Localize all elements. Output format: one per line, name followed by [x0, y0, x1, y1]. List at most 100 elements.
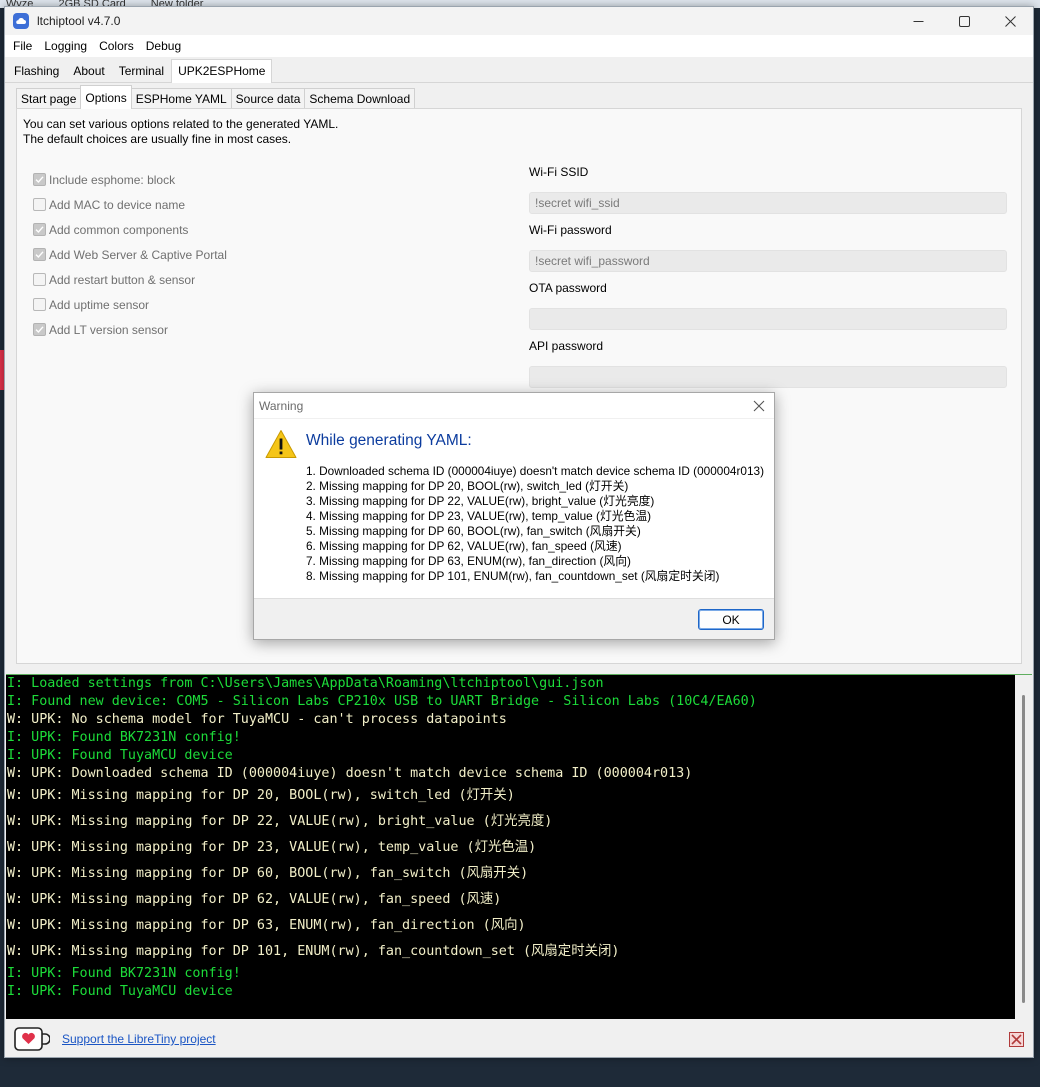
log-console[interactable]: I: Loaded settings from C:\Users\James\A…	[6, 674, 1032, 1019]
kofi-cup-icon[interactable]	[14, 1027, 50, 1051]
checkbox-add-mac[interactable]: Add MAC to device name	[33, 192, 227, 217]
checkbox-unchecked-icon	[33, 298, 46, 311]
checkbox-label: Include esphome: block	[49, 172, 176, 187]
menu-bar: File Logging Colors Debug	[5, 35, 1033, 57]
intro-line: You can set various options related to t…	[23, 117, 339, 131]
wifi-ssid-input[interactable]: !secret wifi_ssid	[529, 192, 1007, 214]
dialog-message-item: 1. Downloaded schema ID (000004iuye) doe…	[306, 464, 764, 478]
close-window-button[interactable]	[987, 7, 1033, 35]
tab-esphome-yaml[interactable]: ESPHome YAML	[130, 88, 232, 109]
api-password-label: API password	[529, 339, 604, 353]
menu-colors[interactable]: Colors	[93, 39, 140, 53]
tab-source-data[interactable]: Source data	[230, 88, 306, 109]
log-line-warning: W: UPK: Missing mapping for DP 63, ENUM(…	[7, 918, 526, 933]
log-scrollbar-thumb[interactable]	[1022, 695, 1025, 1003]
credentials-fields: Wi-Fi SSID !secret wifi_ssid Wi-Fi passw…	[529, 165, 1007, 397]
menu-file[interactable]: File	[7, 39, 38, 53]
cloud-app-icon	[13, 13, 29, 29]
log-line-warning: W: UPK: Downloaded schema ID (000004iuye…	[7, 766, 693, 781]
dialog-message-list: 1. Downloaded schema ID (000004iuye) doe…	[306, 464, 764, 584]
checkbox-checked-icon	[33, 223, 46, 236]
checkbox-unchecked-icon	[33, 198, 46, 211]
dialog-message-item: 4. Missing mapping for DP 23, VALUE(rw),…	[306, 509, 652, 523]
log-line-warning: W: UPK: Missing mapping for DP 22, VALUE…	[7, 814, 553, 829]
checkbox-add-uptime-sensor[interactable]: Add uptime sensor	[33, 292, 227, 317]
dialog-title: Warning	[259, 398, 304, 413]
dialog-close-icon[interactable]	[752, 399, 766, 413]
minimize-button[interactable]	[895, 7, 941, 35]
ota-password-label: OTA password	[529, 281, 607, 295]
log-line-warning: W: UPK: No schema model for TuyaMCU - ca…	[7, 712, 507, 727]
support-librettiny-link[interactable]: Support the LibreTiny project	[62, 1032, 216, 1046]
checkbox-add-common-components[interactable]: Add common components	[33, 217, 227, 242]
log-line-warning: W: UPK: Missing mapping for DP 101, ENUM…	[7, 944, 620, 959]
warning-dialog: Warning While generating YAML: 1. Downlo…	[253, 392, 775, 640]
options-intro: You can set various options related to t…	[23, 117, 338, 147]
dialog-footer: OK	[254, 598, 774, 639]
api-password-input[interactable]	[529, 366, 1007, 388]
log-line-info: I: UPK: Found BK7231N config!	[7, 966, 241, 981]
sub-tab-bar: Start page Options ESPHome YAML Source d…	[16, 85, 416, 109]
dialog-heading: While generating YAML:	[306, 432, 472, 449]
main-tab-bar: Flashing About Terminal UPK2ESPHome	[5, 57, 1033, 83]
wifi-ssid-label: Wi-Fi SSID	[529, 165, 589, 179]
checkbox-unchecked-icon	[33, 273, 46, 286]
ok-button[interactable]: OK	[698, 609, 764, 630]
log-line-warning: W: UPK: Missing mapping for DP 23, VALUE…	[7, 840, 537, 855]
checkbox-add-restart-button[interactable]: Add restart button & sensor	[33, 267, 227, 292]
dialog-message-item: 6. Missing mapping for DP 62, VALUE(rw),…	[306, 539, 622, 553]
tab-flashing[interactable]: Flashing	[7, 59, 66, 82]
wifi-password-input[interactable]: !secret wifi_password	[529, 250, 1007, 272]
menu-debug[interactable]: Debug	[140, 39, 187, 53]
minimize-icon	[913, 20, 923, 22]
checkbox-add-web-server[interactable]: Add Web Server & Captive Portal	[33, 242, 227, 267]
menu-logging[interactable]: Logging	[38, 39, 93, 53]
tab-start-page[interactable]: Start page	[16, 88, 82, 109]
checkbox-label: Add uptime sensor	[49, 297, 150, 312]
window-title: ltchiptool v4.7.0	[37, 14, 121, 28]
checkbox-add-lt-version-sensor[interactable]: Add LT version sensor	[33, 317, 227, 342]
log-line-info: I: Loaded settings from C:\Users\James\A…	[7, 676, 604, 691]
log-line-warning: W: UPK: Missing mapping for DP 20, BOOL(…	[7, 788, 515, 803]
status-bar: Support the LibreTiny project	[6, 1021, 1032, 1057]
dialog-message-item: 3. Missing mapping for DP 22, VALUE(rw),…	[306, 494, 655, 508]
intro-line: The default choices are usually fine in …	[23, 132, 292, 146]
dialog-body: While generating YAML: 1. Downloaded sch…	[254, 420, 774, 598]
log-line-info: I: Found new device: COM5 - Silicon Labs…	[7, 694, 757, 709]
close-log-button[interactable]	[1009, 1032, 1024, 1047]
log-scrollbar[interactable]	[1015, 675, 1032, 1019]
wifi-password-label: Wi-Fi password	[529, 223, 612, 237]
log-line-info: I: UPK: Found TuyaMCU device	[7, 748, 233, 763]
maximize-icon	[958, 15, 970, 27]
title-bar[interactable]: ltchiptool v4.7.0	[5, 7, 1033, 35]
checkbox-label: Add common components	[49, 222, 189, 237]
options-checkbox-list: Include esphome: block Add MAC to device…	[33, 167, 227, 342]
dialog-message-item: 8. Missing mapping for DP 101, ENUM(rw),…	[306, 569, 720, 583]
dialog-message-item: 5. Missing mapping for DP 60, BOOL(rw), …	[306, 524, 641, 538]
checkbox-checked-icon	[33, 173, 46, 186]
dialog-message-item: 2. Missing mapping for DP 20, BOOL(rw), …	[306, 479, 629, 493]
tab-schema-download[interactable]: Schema Download	[304, 88, 416, 109]
checkbox-include-esphome[interactable]: Include esphome: block	[33, 167, 227, 192]
checkbox-checked-icon	[33, 248, 46, 261]
log-line-warning: W: UPK: Missing mapping for DP 62, VALUE…	[7, 892, 502, 907]
dialog-message-item: 7. Missing mapping for DP 63, ENUM(rw), …	[306, 554, 631, 568]
warning-icon	[265, 430, 297, 458]
checkbox-label: Add LT version sensor	[49, 322, 168, 337]
checkbox-label: Add Web Server & Captive Portal	[49, 247, 227, 262]
close-icon	[1011, 1034, 1022, 1045]
tab-terminal[interactable]: Terminal	[112, 59, 171, 82]
checkbox-label: Add restart button & sensor	[49, 272, 196, 287]
log-line-info: I: UPK: Found BK7231N config!	[7, 730, 241, 745]
tab-about[interactable]: About	[66, 59, 111, 82]
log-line-warning: W: UPK: Missing mapping for DP 60, BOOL(…	[7, 866, 529, 881]
checkbox-checked-icon	[33, 323, 46, 336]
maximize-button[interactable]	[941, 7, 987, 35]
log-lines: I: Loaded settings from C:\Users\James\A…	[6, 675, 1032, 1001]
tab-upk2esphome[interactable]: UPK2ESPHome	[171, 59, 273, 83]
close-icon	[1004, 15, 1016, 27]
ota-password-input[interactable]	[529, 308, 1007, 330]
dialog-title-bar[interactable]: Warning	[254, 393, 774, 419]
tab-options[interactable]: Options	[80, 85, 132, 109]
checkbox-label: Add MAC to device name	[49, 197, 186, 212]
